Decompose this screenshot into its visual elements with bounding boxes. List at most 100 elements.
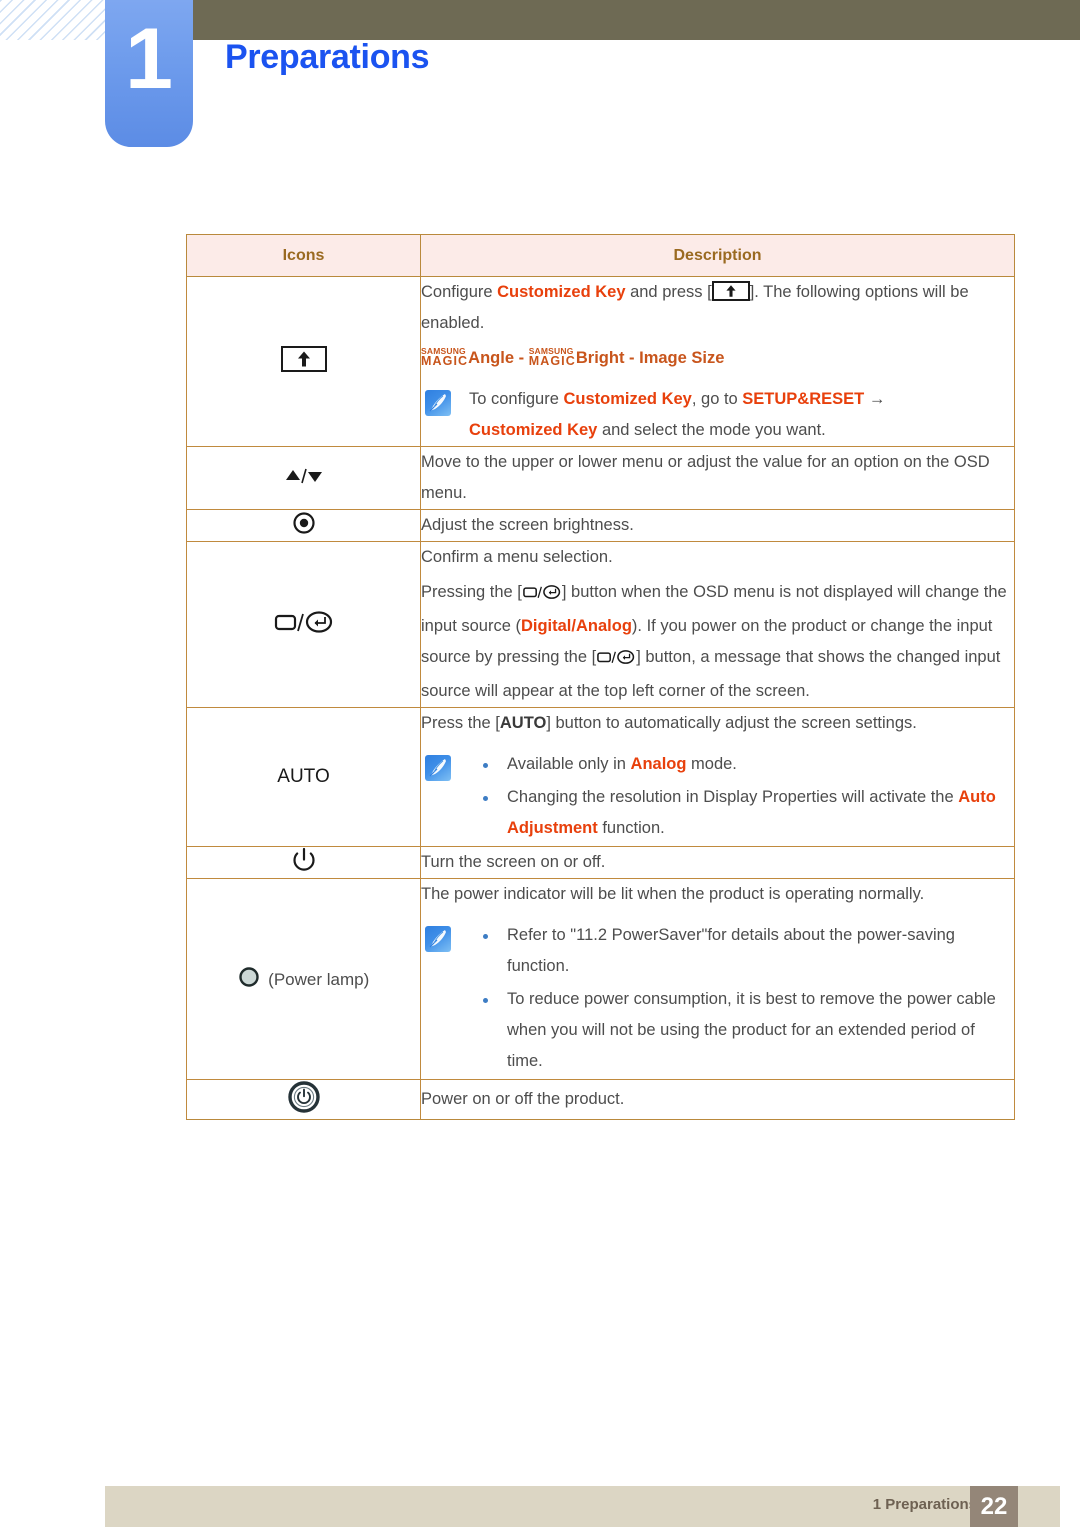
power-button-ring-icon [287, 1080, 321, 1119]
icon-cell-power-symbol [186, 846, 421, 879]
source-enter-inline-icon-2 [596, 645, 636, 676]
paragraph-power-on-off: Power on or off the product. [421, 1090, 625, 1108]
term-analog-mode: Analog [630, 755, 687, 773]
icon-cell-power-lamp: (Power lamp) [186, 878, 421, 1080]
separator-2: - [624, 349, 640, 367]
table-header-row: Icons Description [186, 234, 1015, 277]
source-enter-inline-icon-1 [522, 580, 562, 611]
footer-chapter-ref: 1 Preparations [872, 1496, 977, 1513]
table-row: (Power lamp) The power indicator will be… [186, 878, 1015, 1080]
column-header-description: Description [420, 234, 1015, 277]
note-term-setup-reset: SETUP&RESET [742, 390, 865, 408]
power-symbol-icon [292, 847, 316, 878]
term-magic-bright: Bright [575, 349, 625, 367]
list-item: Refer to "11.2 PowerSaver"for details ab… [469, 920, 1014, 982]
text-changing-resolution: Changing the resolution in Display Prope… [507, 788, 959, 806]
table-row: Confirm a menu selection. Pressing the [… [186, 541, 1015, 708]
text-configure-prefix: Configure [421, 283, 498, 301]
desc-cell-brightness: Adjust the screen brightness. [420, 509, 1015, 542]
desc-cell-source-enter: Confirm a menu selection. Pressing the [… [420, 541, 1015, 708]
paragraph-magic-options: SAMSUNG MAGIC Angle - SAMSUNG MAGIC Bright -… [421, 343, 1014, 374]
note-pen-icon [425, 390, 451, 416]
term-customized-key: Customized Key [497, 283, 626, 301]
list-item: Changing the resolution in Display Prope… [469, 782, 1014, 844]
term-auto-key: AUTO [499, 714, 547, 732]
note-paragraph-customized-key: To configure Customized Key, go to SETUP… [469, 384, 1014, 446]
source-enter-icon [273, 610, 335, 639]
note-block-power-lamp: Refer to "11.2 PowerSaver"for details ab… [421, 920, 1014, 1079]
table-row: Move to the upper or lower menu or adjus… [186, 446, 1015, 510]
icon-cell-up-down [186, 446, 421, 510]
note-body-auto: Available only in Analog mode. Changing … [469, 749, 1014, 846]
page-title: Preparations [225, 38, 430, 76]
text-and-press: and press [ [625, 283, 712, 301]
text-pressing-the: Pressing the [ [421, 583, 522, 601]
note-text-select-mode: and select the mode you want. [597, 421, 826, 439]
table-row: Configure Customized Key and press []. T… [186, 276, 1015, 447]
bullet-list-auto: Available only in Analog mode. Changing … [469, 749, 1014, 844]
paragraph-input-source: Pressing the [] button when the OSD menu… [421, 577, 1014, 707]
icon-cell-customized-key [186, 276, 421, 447]
note-body-customized-key: To configure Customized Key, go to SETUP… [469, 384, 1014, 446]
paragraph-up-down: Move to the upper or lower menu or adjus… [421, 453, 990, 502]
paragraph-power-indicator: The power indicator will be lit when the… [421, 885, 925, 903]
term-analog: Analog [575, 617, 632, 635]
paragraph-confirm-menu: Confirm a menu selection. [421, 548, 613, 566]
hatch-pattern-decoration [0, 0, 108, 40]
icon-cell-source-enter [186, 541, 421, 708]
term-magic-angle: Angle [468, 349, 515, 367]
note-pen-icon [425, 755, 451, 781]
note-term-customized-key-1: Customized Key [563, 390, 692, 408]
auto-button-icon: AUTO [277, 766, 330, 787]
icon-cell-power-button [186, 1079, 421, 1120]
power-lamp-icon [238, 966, 260, 993]
desc-cell-auto: Press the [AUTO] button to automatically… [420, 707, 1015, 847]
term-image-size: Image Size [639, 349, 725, 367]
customized-key-icon [280, 346, 327, 372]
samsung-magic-label-1: SAMSUNG MAGIC [421, 346, 469, 368]
list-item: Available only in Analog mode. [469, 749, 1014, 780]
note-text-go-to: , go to [691, 390, 743, 408]
desc-cell-up-down: Move to the upper or lower menu or adjus… [420, 446, 1015, 510]
desc-cell-customized-key: Configure Customized Key and press []. T… [420, 276, 1015, 447]
text-available-only-in: Available only in [507, 755, 631, 773]
footer-page-number: 22 [970, 1486, 1018, 1527]
text-mode-suffix: mode. [686, 755, 737, 773]
icon-cell-auto: AUTO [186, 707, 421, 847]
list-item: To reduce power consumption, it is best … [469, 984, 1014, 1077]
bullet-list-power-lamp: Refer to "11.2 PowerSaver"for details ab… [469, 920, 1014, 1077]
icons-description-table: Icons Description Configure Customized K… [186, 234, 1015, 1120]
note-arrow-glyph: → [868, 390, 886, 408]
chapter-number-tab: 1 [105, 0, 193, 147]
table-row: Power on or off the product. [186, 1079, 1015, 1120]
text-function-suffix: function. [597, 819, 665, 837]
samsung-magic-label-2: SAMSUNG MAGIC [528, 346, 576, 368]
note-pen-icon [425, 926, 451, 952]
magic-magic-text-2: MAGIC [528, 354, 576, 368]
note-block-auto: Available only in Analog mode. Changing … [421, 749, 1014, 846]
paragraph-power-symbol: Turn the screen on or off. [421, 853, 606, 871]
header-olive-bar [108, 0, 1080, 40]
term-digital: Digital [520, 617, 572, 635]
icon-cell-brightness [186, 509, 421, 542]
column-header-icons: Icons [186, 234, 421, 277]
chapter-number: 1 [125, 11, 173, 107]
brightness-icon [292, 511, 316, 540]
paragraph-brightness: Adjust the screen brightness. [421, 516, 634, 534]
note-term-customized-key-2: Customized Key [469, 421, 598, 439]
note-block-customized-key: To configure Customized Key, go to SETUP… [421, 384, 1014, 446]
desc-cell-power-button: Power on or off the product. [420, 1079, 1015, 1120]
customized-key-inline-icon [711, 281, 750, 301]
paragraph-configure-customized-key: Configure Customized Key and press []. T… [421, 277, 1014, 339]
table-row: Adjust the screen brightness. [186, 509, 1015, 542]
desc-cell-power-symbol: Turn the screen on or off. [420, 846, 1015, 879]
desc-cell-power-lamp: The power indicator will be lit when the… [420, 878, 1015, 1080]
text-auto-adjust-settings: ] button to automatically adjust the scr… [546, 714, 917, 732]
table-row: AUTO Press the [AUTO] button to automati… [186, 707, 1015, 847]
table-row: Turn the screen on or off. [186, 846, 1015, 879]
note-body-power-lamp: Refer to "11.2 PowerSaver"for details ab… [469, 920, 1014, 1079]
paragraph-auto-button: Press the [AUTO] button to automatically… [421, 708, 1014, 739]
separator-1: - [514, 349, 529, 367]
note-text-to-configure: To configure [469, 390, 564, 408]
magic-magic-text-1: MAGIC [421, 354, 469, 368]
